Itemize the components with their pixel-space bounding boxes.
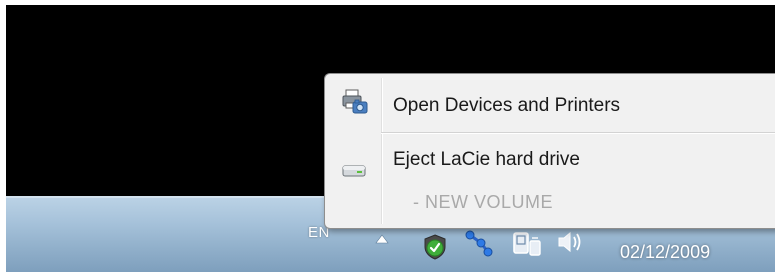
taskbar-clock[interactable]: 02/12/2009	[620, 242, 710, 263]
show-hidden-icons-chevron-icon[interactable]	[374, 232, 390, 246]
menu-separator	[381, 132, 775, 134]
new-volume-sub-item: - NEW VOLUME	[325, 186, 775, 218]
printer-camera-icon	[341, 88, 369, 116]
new-volume-label: - NEW VOLUME	[413, 192, 554, 212]
menu-item-label-eject: Eject LaCie hard drive	[393, 149, 580, 170]
volume-speaker-icon[interactable]	[555, 228, 585, 256]
open-devices-and-printers-item[interactable]: Open Devices and Printers	[325, 80, 775, 126]
menu-item-label-devices: Open Devices and Printers	[393, 95, 621, 116]
screen: EN 02/12/2009 Open Devices and Printers …	[0, 0, 775, 272]
external-drive-icon	[341, 160, 367, 180]
security-shield-check-icon[interactable]	[420, 232, 450, 262]
network-icon[interactable]	[461, 226, 495, 260]
tray-context-menu: Open Devices and Printers Eject LaCie ha…	[324, 73, 775, 229]
safely-remove-hardware-icon[interactable]	[510, 227, 544, 259]
eject-lacie-hard-drive-item[interactable]: Eject LaCie hard drive	[325, 138, 775, 188]
